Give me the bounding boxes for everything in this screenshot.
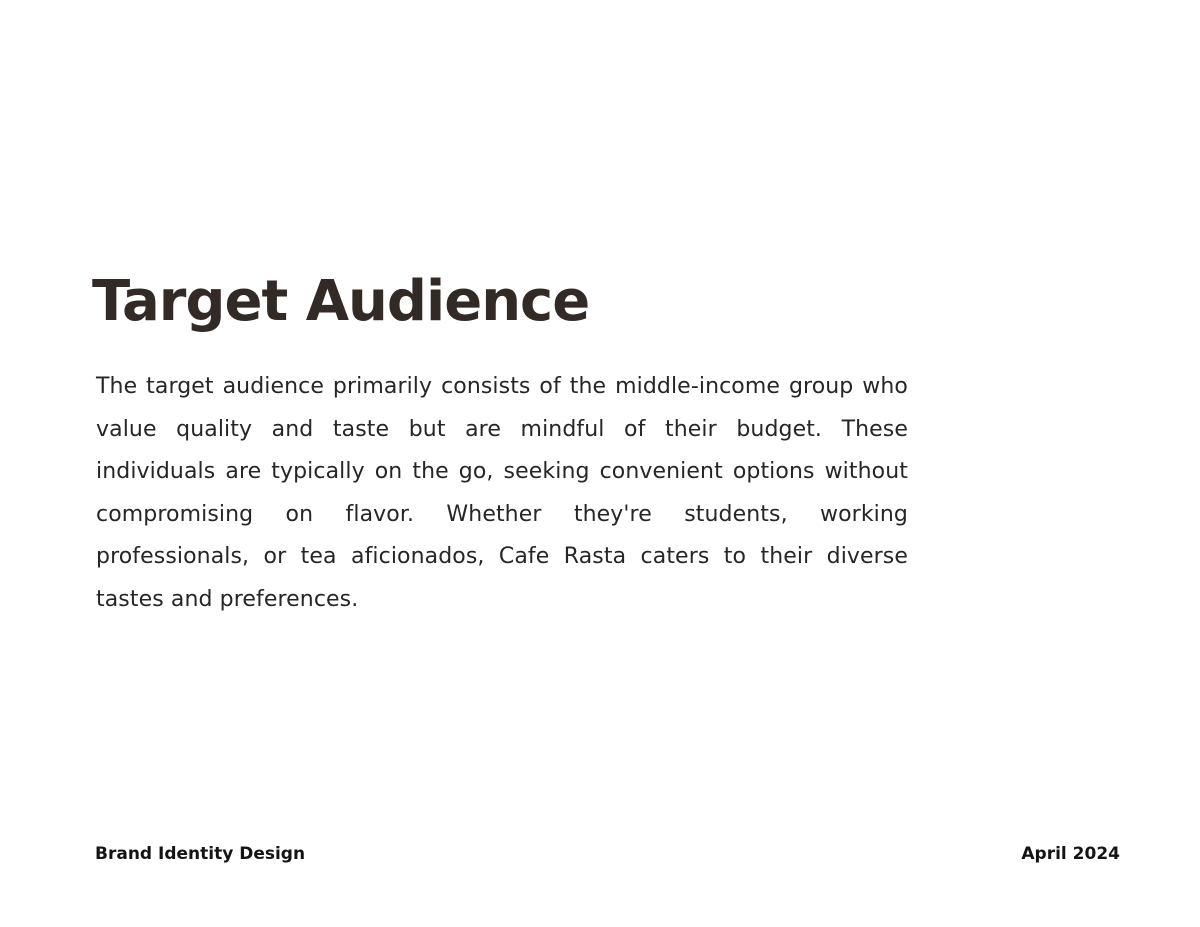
page-title: Target Audience bbox=[92, 269, 590, 334]
body-paragraph: The target audience primarily consists o… bbox=[96, 374, 908, 612]
footer-project-label: Brand Identity Design bbox=[95, 844, 306, 864]
footer-date: April 2024 bbox=[1021, 844, 1120, 864]
slide: Target Audience The target audience prim… bbox=[0, 0, 1200, 927]
